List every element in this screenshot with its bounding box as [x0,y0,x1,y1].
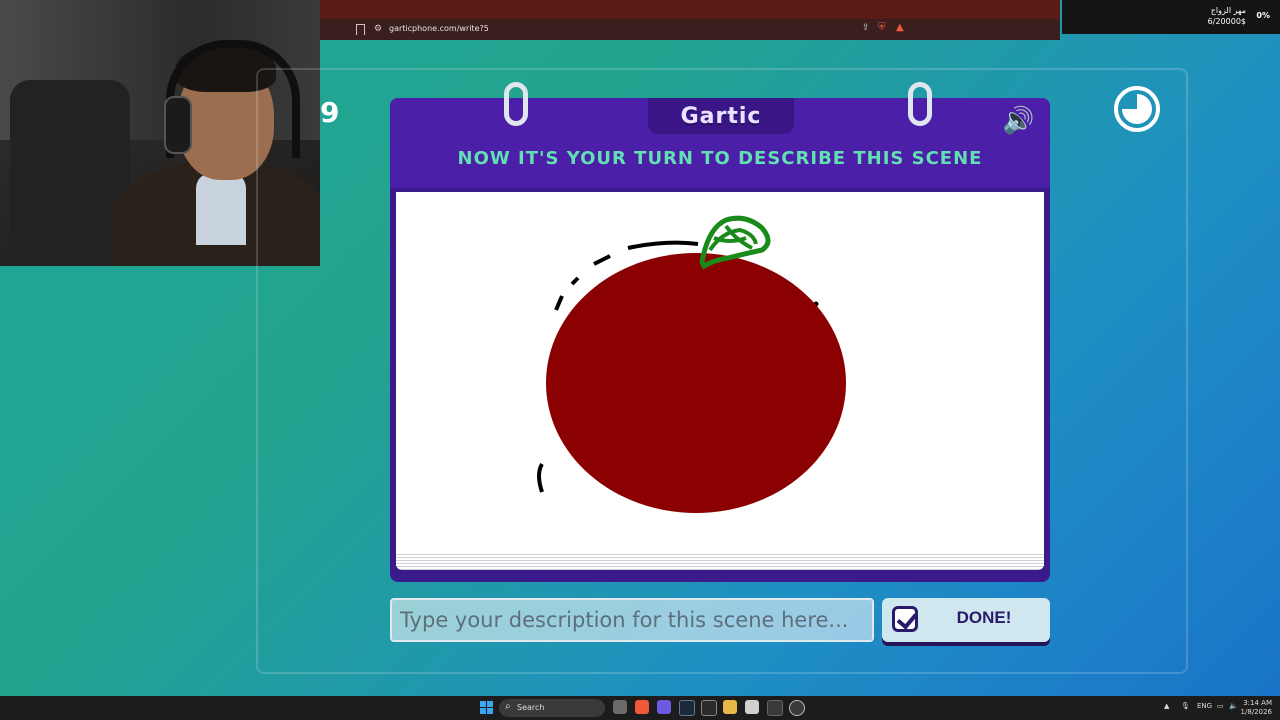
volume-icon[interactable]: 🔈 [1229,702,1238,710]
drawing [537,215,846,513]
outline-stroke [554,295,564,311]
url-text[interactable]: garticphone.com/write?5 [389,24,489,33]
browser-bar: ⚙ garticphone.com/write?5 ⇪ ⛨ ▲ [320,0,1060,40]
scene-heading: NOW IT'S YOUR TURN TO DESCRIBE THIS SCEN… [457,148,983,169]
done-button[interactable]: DONE! [882,598,1050,642]
calendar-icon[interactable] [745,700,759,714]
goal-value: 6/20000$ [1207,17,1246,26]
round-counter: 9 [320,96,340,129]
drawing-canvas [396,192,1044,566]
file-explorer-icon[interactable] [723,700,737,714]
clock-date: 1/8/2026 [1240,708,1272,716]
binder-ring-icon [908,82,932,126]
tray-overflow-icon[interactable]: ▲ [1164,702,1169,710]
gartic-logo: Gartic [680,104,762,129]
taskbar-search[interactable]: ⌕ Search [499,699,605,717]
language-indicator[interactable]: ENG [1197,702,1212,710]
outline-stroke [537,462,544,493]
goal-label: مهر الزواج [1210,6,1246,15]
bookmark-icon[interactable] [356,24,365,35]
clock-time: 3:14 AM [1243,699,1272,707]
headphone-cup [164,96,192,154]
brave-browser-icon[interactable] [635,700,649,714]
search-icon: ⌕ [505,701,511,712]
microphone-icon[interactable]: 🎙 [1181,702,1190,710]
outline-stroke [570,276,580,286]
description-input[interactable] [390,598,874,642]
site-settings-icon[interactable]: ⚙ [374,24,382,34]
checkmark-icon [892,606,918,632]
done-label: DONE! [956,608,1012,627]
taskbar-search-label: Search [517,703,545,712]
discord-icon[interactable] [657,700,671,714]
scene-card: Gartic 🔊 NOW IT'S YOUR TURN TO DESCRIBE … [390,82,1050,582]
epic-games-icon[interactable] [701,700,717,716]
timer-clock-icon [1114,86,1160,132]
outline-stroke [593,254,611,266]
taskbar-clock[interactable]: 3:14 AM 1/8/2026 [1240,699,1272,717]
speaker-icon[interactable]: 🔊 [1002,106,1034,136]
browser-tab-strip [320,0,1060,19]
address-bar[interactable]: ⚙ garticphone.com/write?5 ⇪ ⛨ ▲ [320,19,1060,40]
windows-start-icon[interactable] [480,701,493,714]
task-view-icon[interactable] [613,700,627,714]
share-icon[interactable]: ⇪ [862,23,870,33]
brave-shield-icon[interactable]: ⛨ [878,22,886,33]
goal-percent: 0% [1256,11,1270,20]
stream-goal-overlay: مهر الزواج 6/20000$ 0% [1062,0,1280,34]
steam-icon[interactable] [679,700,695,716]
windows-taskbar: ⌕ Search ▲ 🎙 ENG ▭ 🔈 3:14 AM 1/8/2026 [0,696,1280,720]
paper-stack-edge [396,552,1044,570]
extension-icon[interactable]: ▲ [896,22,904,33]
obs-icon[interactable] [789,700,805,716]
webcam-person-shirt [196,175,246,245]
fruit-body [546,253,846,513]
binder-ring-icon [504,82,528,126]
xbox-icon[interactable] [767,700,783,716]
network-icon[interactable]: ▭ [1217,702,1224,710]
outline-stroke [627,240,699,250]
